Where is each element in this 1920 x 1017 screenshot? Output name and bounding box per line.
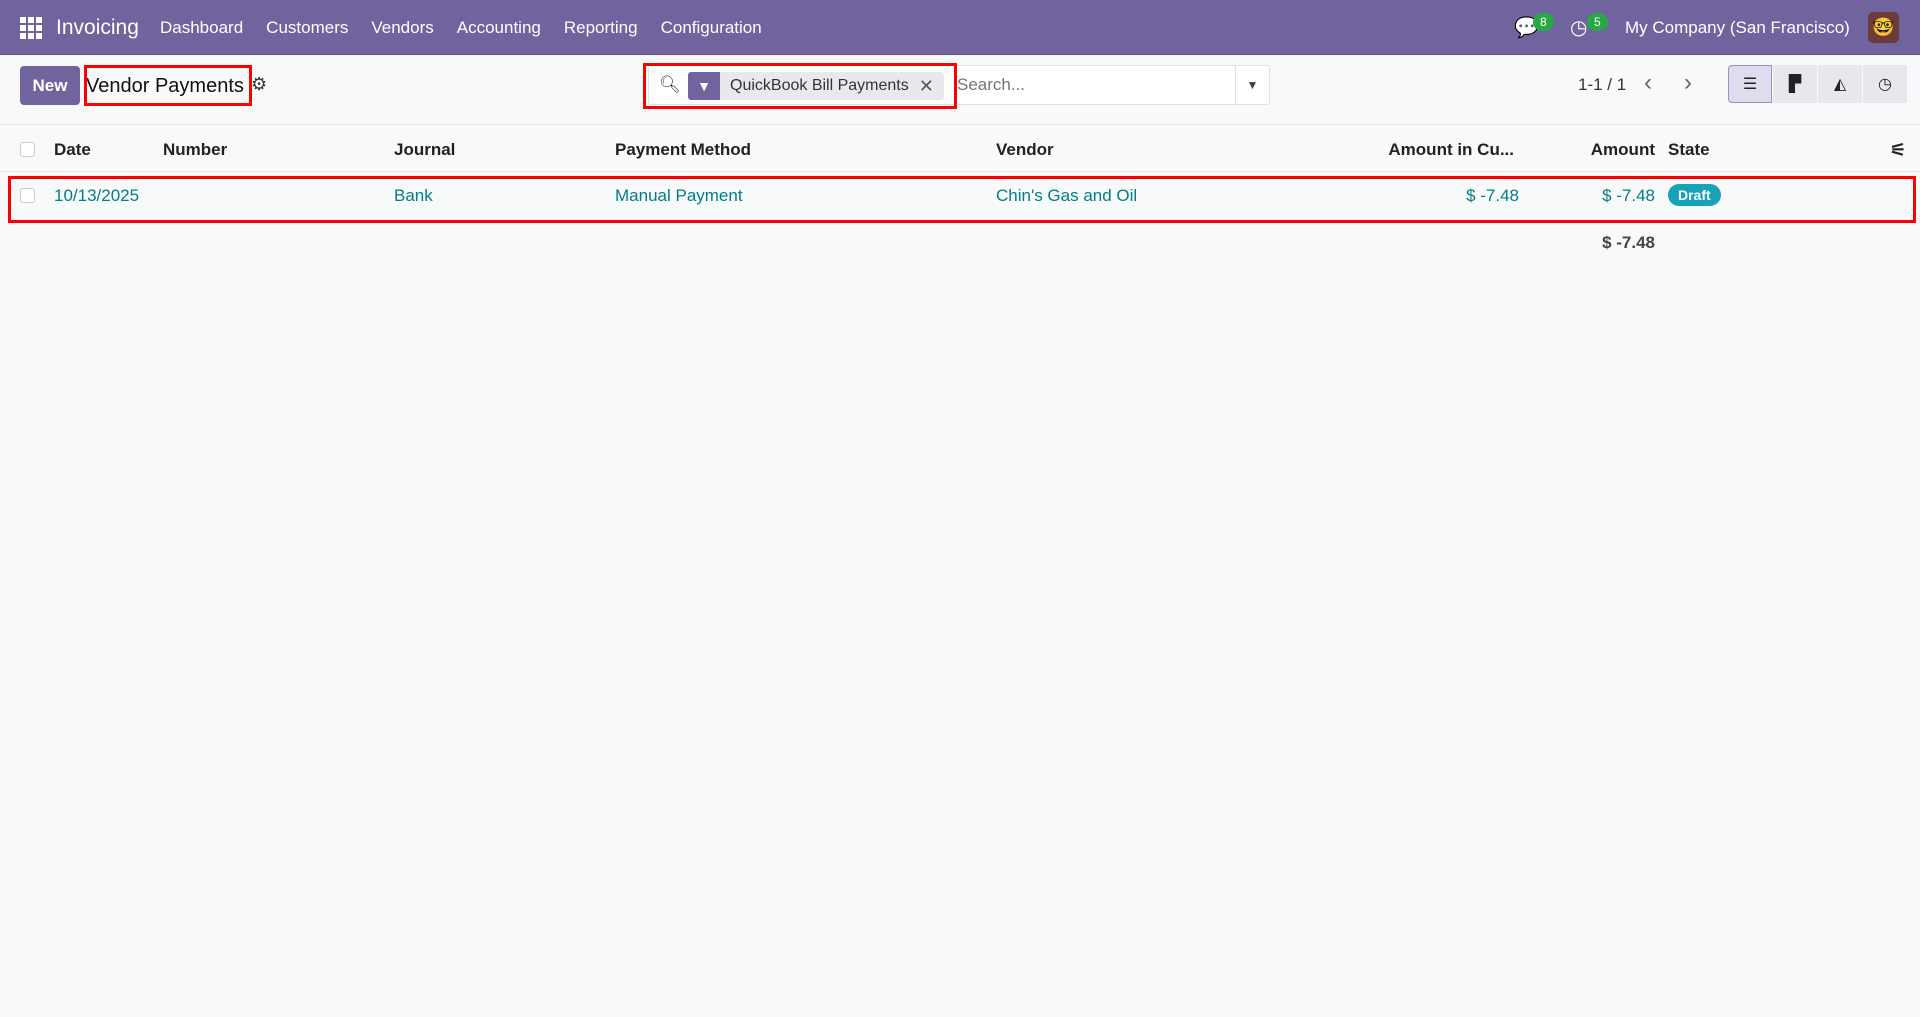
new-button[interactable]: New: [20, 66, 80, 105]
optional-columns-icon[interactable]: ⚟: [1890, 140, 1906, 161]
pager-previous-icon[interactable]: ‹: [1644, 69, 1652, 97]
column-journal[interactable]: Journal: [394, 140, 455, 160]
top-navbar: Invoicing Dashboard Customers Vendors Ac…: [0, 0, 1920, 55]
highlight-box: [84, 65, 252, 106]
column-date[interactable]: Date: [54, 140, 91, 160]
highlight-box: [8, 176, 1916, 223]
amount-total: $ -7.48: [1602, 233, 1655, 252]
company-switcher[interactable]: My Company (San Francisco): [1625, 0, 1850, 55]
graph-view-icon[interactable]: ◭: [1818, 65, 1862, 103]
menu-configuration[interactable]: Configuration: [661, 18, 762, 38]
messages-badge: 8: [1533, 13, 1554, 31]
gear-icon[interactable]: ⚙: [251, 74, 267, 95]
activities-badge: 5: [1587, 13, 1608, 31]
menu-customers[interactable]: Customers: [266, 18, 348, 38]
column-amount-currency[interactable]: Amount in Cu...: [1388, 140, 1514, 160]
search-input[interactable]: [957, 75, 1217, 95]
column-payment-method[interactable]: Payment Method: [615, 140, 751, 160]
column-number[interactable]: Number: [163, 140, 227, 160]
header-divider: [0, 171, 1920, 172]
menu-reporting[interactable]: Reporting: [564, 18, 638, 38]
control-panel: New Vendor Payments ⚙ 🔍︎ ▼ ▼ QuickBook B…: [0, 55, 1920, 125]
pager-value[interactable]: 1-1 / 1: [1578, 75, 1626, 95]
list-view-icon[interactable]: ☰: [1728, 65, 1772, 103]
menu-accounting[interactable]: Accounting: [457, 18, 541, 38]
column-state[interactable]: State: [1668, 140, 1710, 160]
pager-next-icon[interactable]: ›: [1684, 69, 1692, 97]
menu-dashboard[interactable]: Dashboard: [160, 18, 243, 38]
activity-clock-icon[interactable]: ◷: [1570, 0, 1587, 55]
main-menu: Dashboard Customers Vendors Accounting R…: [160, 0, 785, 55]
user-avatar[interactable]: 🤓: [1868, 12, 1899, 43]
highlight-box: [643, 63, 957, 109]
menu-vendors[interactable]: Vendors: [371, 18, 433, 38]
select-all-checkbox[interactable]: [20, 142, 35, 157]
app-name[interactable]: Invoicing: [56, 0, 139, 55]
view-switcher: ☰ ▛ ◭ ◷: [1728, 65, 1908, 103]
kanban-view-icon[interactable]: ▛: [1773, 65, 1817, 103]
column-amount[interactable]: Amount: [1591, 140, 1655, 160]
column-vendor[interactable]: Vendor: [996, 140, 1054, 160]
activity-view-icon[interactable]: ◷: [1863, 65, 1907, 103]
apps-menu-icon[interactable]: [20, 0, 42, 55]
search-dropdown-toggle[interactable]: ▼: [1235, 66, 1269, 104]
